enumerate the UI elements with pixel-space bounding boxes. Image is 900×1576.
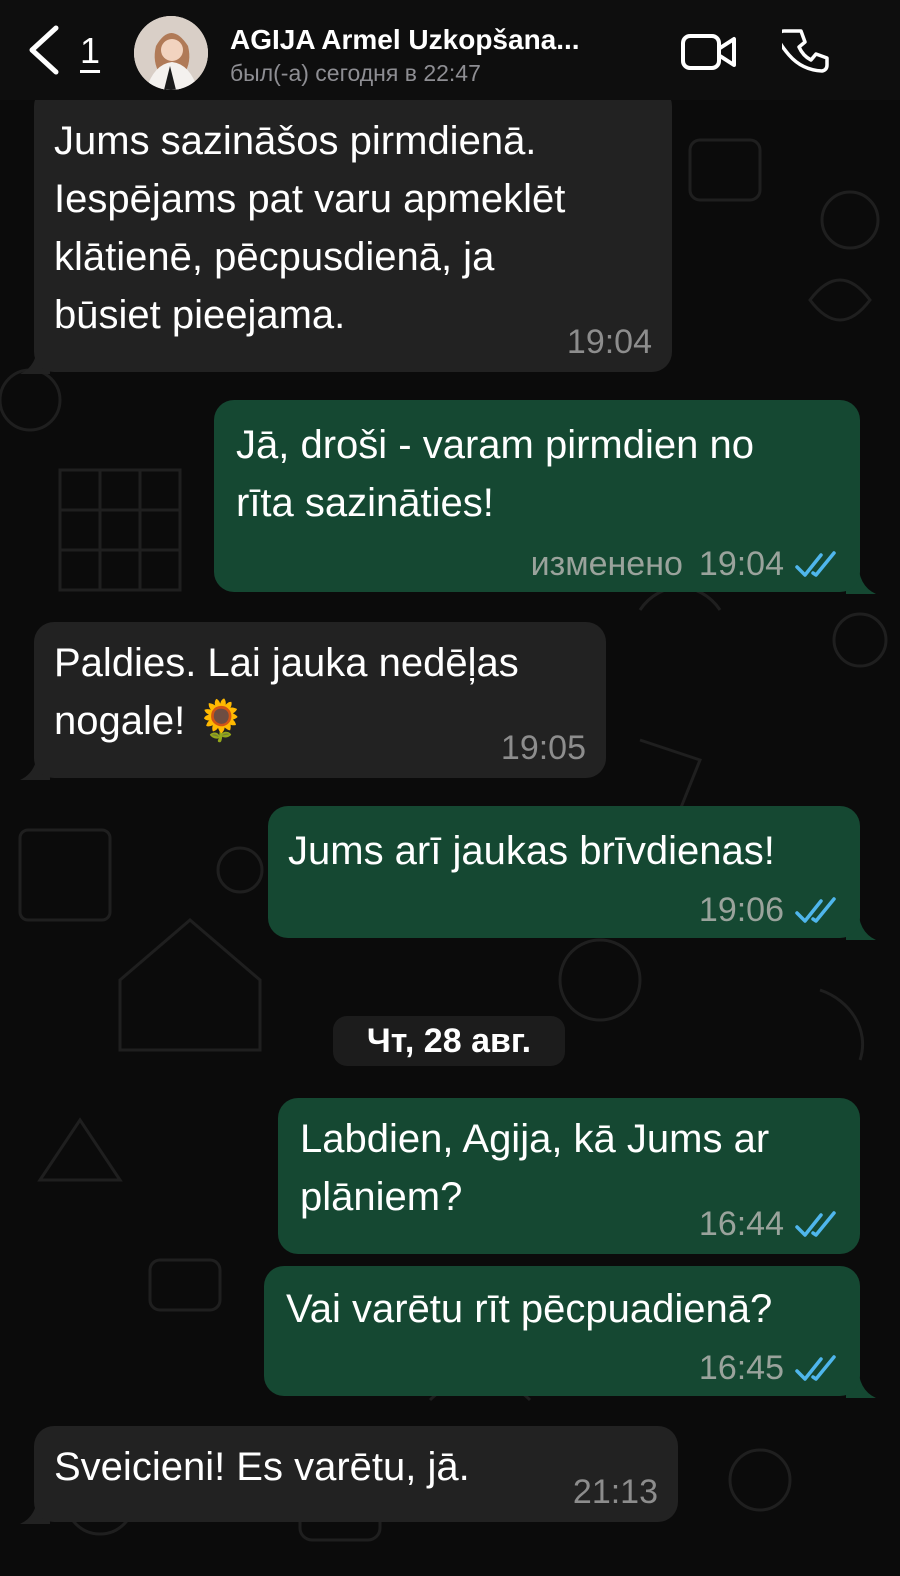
message-outgoing[interactable]: Jā, droši - varam pirmdien no rīta sazin… [214, 400, 860, 592]
back-button[interactable]: 1 [22, 20, 112, 80]
phone-icon [776, 29, 829, 73]
message-outgoing[interactable]: Jums arī jaukas brīvdienas! 19:06 [268, 806, 860, 938]
message-text: Jums arī jaukas brīvdienas! [288, 829, 775, 873]
message-meta: изменено 19:04 [531, 545, 840, 584]
message-text: Vai varētu rīt pēcpuadienā? [286, 1287, 773, 1331]
message-meta: 19:05 [501, 729, 586, 768]
message-text: Sveicieni! Es varētu, jā. [54, 1445, 470, 1489]
message-time: 19:04 [566, 323, 652, 361]
avatar[interactable] [134, 16, 208, 90]
message-time: 16:44 [698, 1205, 784, 1243]
message-meta: 19:06 [699, 891, 840, 930]
edited-label: изменено [530, 545, 683, 583]
message-text: Paldies. Lai jauka nedēļas nogale! 🌻 [54, 641, 519, 743]
message-outgoing[interactable]: Labdien, Agija, kā Jums ar plāniem? 16:4… [278, 1098, 860, 1254]
message-meta: 21:13 [573, 1473, 658, 1512]
message-time: 19:05 [500, 729, 586, 767]
back-chevron-icon [29, 25, 59, 75]
chat-header: 1 AGIJA Armel Uzkopšana... был(-а) сегод… [0, 0, 900, 100]
message-time: 19:06 [698, 891, 784, 929]
message-incoming[interactable]: Sveicieni! Es varētu, jā. 21:13 [34, 1426, 678, 1522]
double-check-icon [795, 1354, 836, 1381]
unread-count: 1 [80, 30, 101, 71]
message-text: Jā, droši - varam pirmdien no rīta sazin… [236, 423, 754, 525]
message-incoming[interactable]: Jums sazināšos pirmdienā. Iespējams pat … [34, 86, 672, 372]
chat-screen: 1 AGIJA Armel Uzkopšana... был(-а) сегод… [0, 0, 900, 1576]
message-text: Jums sazināšos pirmdienā. Iespējams pat … [54, 119, 566, 337]
message-outgoing[interactable]: Vai varētu rīt pēcpuadienā? 16:45 [264, 1266, 860, 1396]
message-meta: 16:44 [699, 1205, 840, 1244]
avatar-photo [134, 16, 208, 90]
message-meta: 16:45 [699, 1349, 840, 1388]
message-incoming[interactable]: Paldies. Lai jauka nedēļas nogale! 🌻 19:… [34, 622, 606, 778]
contact-name[interactable]: AGIJA Armel Uzkopšana... [230, 24, 650, 56]
date-separator: Чт, 28 авг. [333, 1016, 565, 1066]
contact-status: был(-а) сегодня в 22:47 [230, 60, 481, 86]
message-time: 21:13 [572, 1473, 658, 1511]
double-check-icon [795, 550, 836, 577]
video-camera-icon [681, 34, 736, 70]
message-meta: 19:04 [567, 323, 652, 362]
message-time: 16:45 [698, 1349, 784, 1387]
video-call-button[interactable] [680, 30, 738, 74]
double-check-icon [795, 896, 836, 923]
voice-call-button[interactable] [776, 26, 832, 76]
message-time: 19:04 [698, 545, 784, 583]
double-check-icon [795, 1210, 836, 1237]
